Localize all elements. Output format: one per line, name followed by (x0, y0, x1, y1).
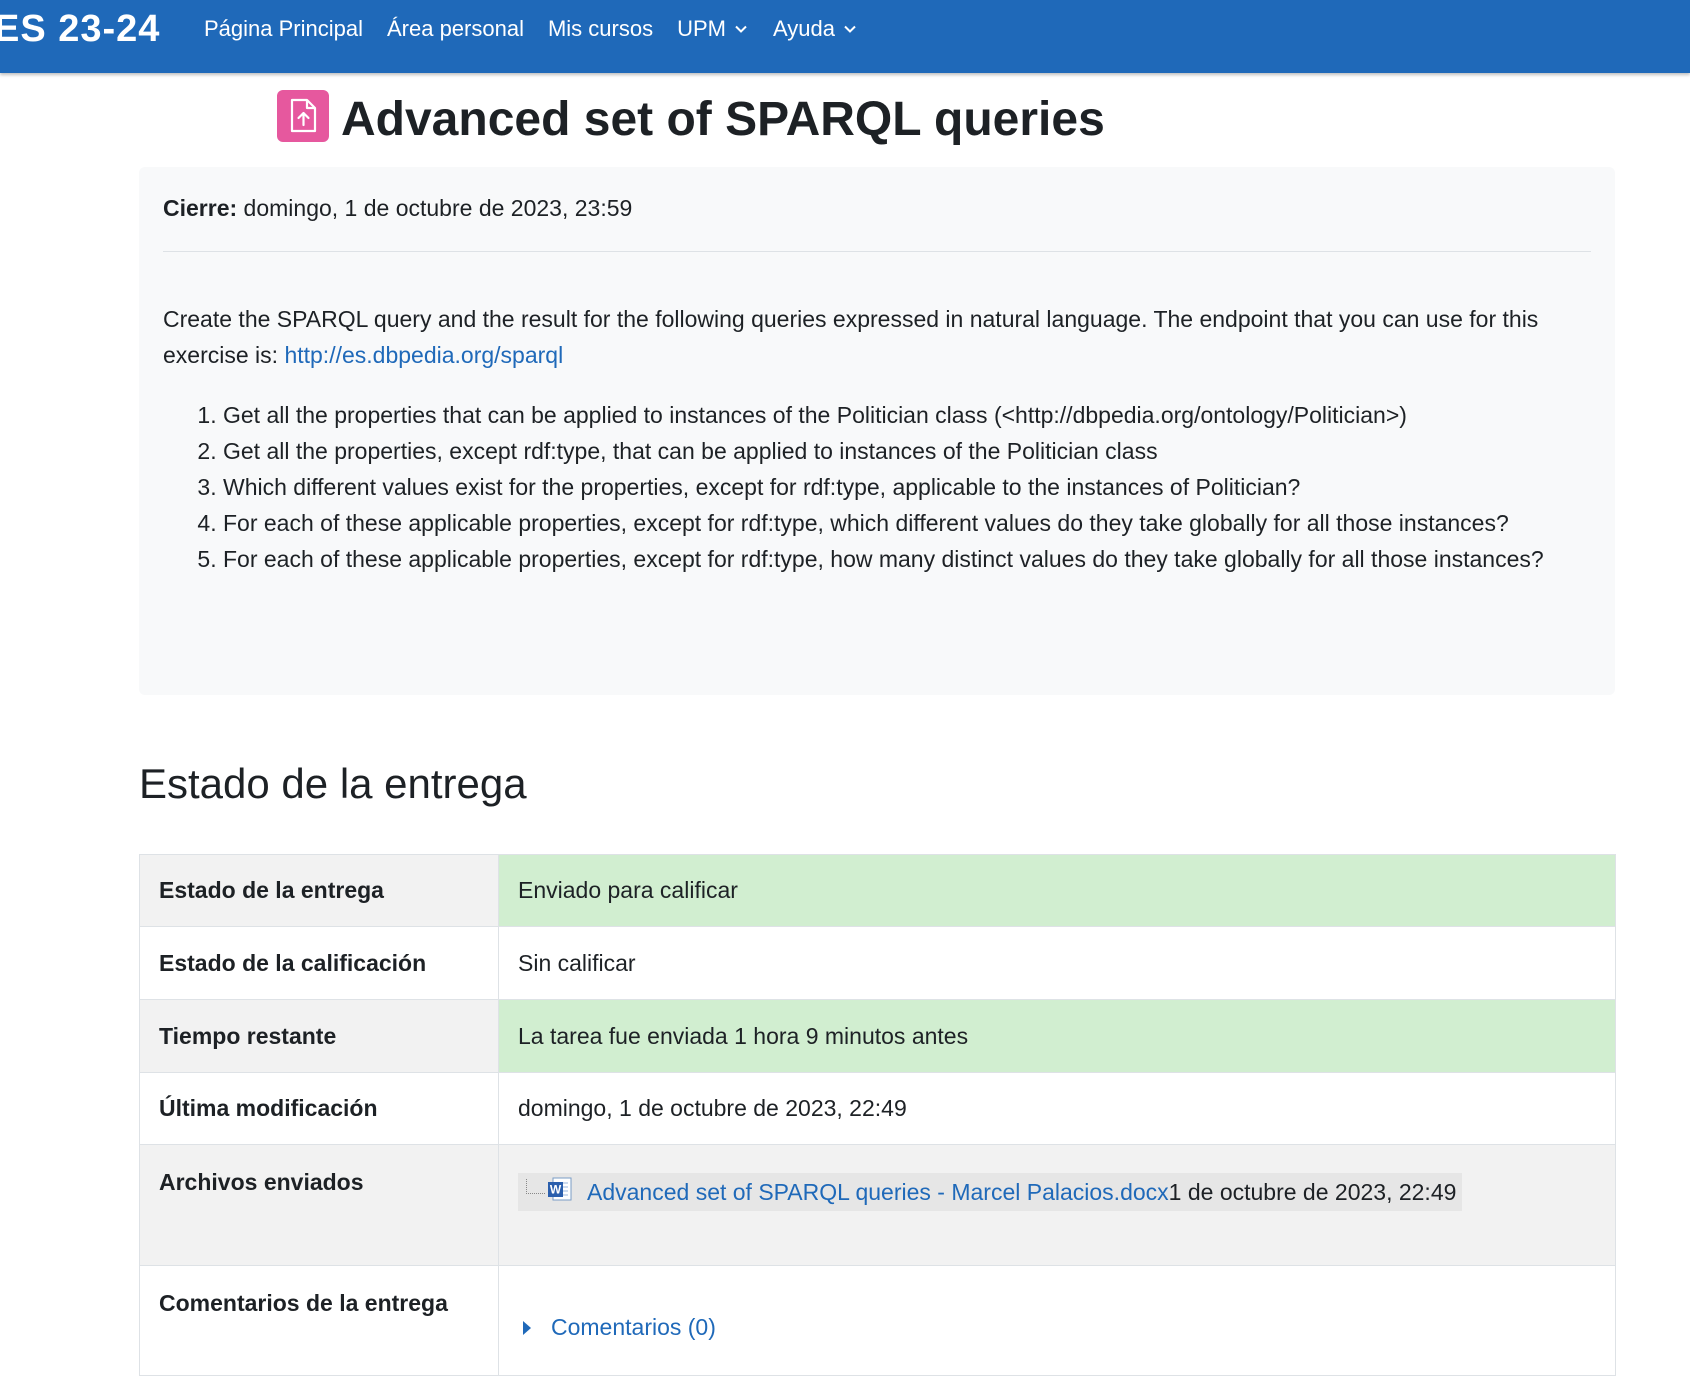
row-label: Tiempo restante (139, 999, 499, 1073)
row-label: Comentarios de la entrega (139, 1265, 499, 1376)
table-row: Comentarios de la entrega Comentarios (0… (139, 1265, 1616, 1376)
list-item: For each of these applicable properties,… (223, 541, 1643, 577)
comments-link[interactable]: Comentarios (0) (551, 1314, 716, 1341)
due-date: Cierre: domingo, 1 de octubre de 2023, 2… (163, 195, 632, 222)
row-label: Estado de la calificación (139, 926, 499, 1000)
chevron-down-icon (844, 25, 856, 33)
nav-item-dashboard[interactable]: Área personal (387, 16, 524, 42)
nav-item-home[interactable]: Página Principal (204, 16, 363, 42)
section-title: Estado de la entrega (139, 760, 527, 807)
row-label: Archivos enviados (139, 1144, 499, 1266)
top-navbar: ES 23-24 Página Principal Área personal … (0, 0, 1690, 73)
list-item: For each of these applicable properties,… (223, 505, 1643, 541)
table-row: Última modificación domingo, 1 de octubr… (139, 1072, 1616, 1145)
row-label: Estado de la entrega (139, 854, 499, 927)
grading-status-value: Sin calificar (498, 926, 1616, 1000)
table-row: Estado de la entrega Enviado para califi… (139, 854, 1616, 927)
nav-item-help[interactable]: Ayuda (773, 16, 858, 42)
assignment-intro: Cierre: domingo, 1 de octubre de 2023, 2… (139, 167, 1615, 695)
word-document-icon: W (547, 1177, 573, 1207)
last-modified-value: domingo, 1 de octubre de 2023, 22:49 (498, 1072, 1616, 1145)
submitted-file-link[interactable]: Advanced set of SPARQL queries - Marcel … (587, 1179, 1169, 1206)
list-item: Which different values exist for the pro… (223, 469, 1643, 505)
comments-toggle[interactable]: Comentarios (0) (518, 1314, 716, 1341)
comments-cell: Comentarios (0) (498, 1265, 1616, 1376)
caret-right-icon (523, 1320, 531, 1335)
divider (163, 251, 1591, 252)
submission-status-value: Enviado para calificar (498, 854, 1616, 927)
table-row: Tiempo restante La tarea fue enviada 1 h… (139, 999, 1616, 1073)
svg-text:W: W (550, 1183, 562, 1197)
time-remaining-value: La tarea fue enviada 1 hora 9 minutos an… (498, 999, 1616, 1073)
nav-item-upm[interactable]: UPM (677, 16, 749, 42)
nav-menu: Página Principal Área personal Mis curso… (204, 0, 882, 57)
endpoint-link[interactable]: http://es.dbpedia.org/sparql (284, 342, 563, 368)
page-title: Advanced set of SPARQL queries (341, 93, 1105, 146)
row-label: Última modificación (139, 1072, 499, 1145)
nav-item-my-courses[interactable]: Mis cursos (548, 16, 653, 42)
tree-connector (526, 1178, 545, 1194)
chevron-down-icon (735, 25, 747, 33)
submission-status-table: Estado de la entrega Enviado para califi… (139, 854, 1616, 1376)
site-brand[interactable]: ES 23-24 (0, 6, 160, 52)
assignment-upload-icon (277, 90, 329, 142)
list-item: Get all the properties, except rdf:type,… (223, 433, 1643, 469)
table-row: Archivos enviados W Advanced set of SPAR… (139, 1144, 1616, 1266)
due-date-value: domingo, 1 de octubre de 2023, 23:59 (243, 195, 633, 221)
submitted-file-date: 1 de octubre de 2023, 22:49 (1168, 1178, 1457, 1205)
submitted-files-cell: W Advanced set of SPARQL queries - Marce… (498, 1144, 1616, 1266)
query-list: Get all the properties that can be appli… (163, 397, 1643, 577)
table-row: Estado de la calificación Sin calificar (139, 926, 1616, 1000)
assignment-description: Create the SPARQL query and the result f… (163, 306, 1539, 368)
due-date-label: Cierre: (163, 195, 238, 221)
submitted-file: W Advanced set of SPARQL queries - Marce… (518, 1173, 1463, 1211)
list-item: Get all the properties that can be appli… (223, 397, 1643, 433)
